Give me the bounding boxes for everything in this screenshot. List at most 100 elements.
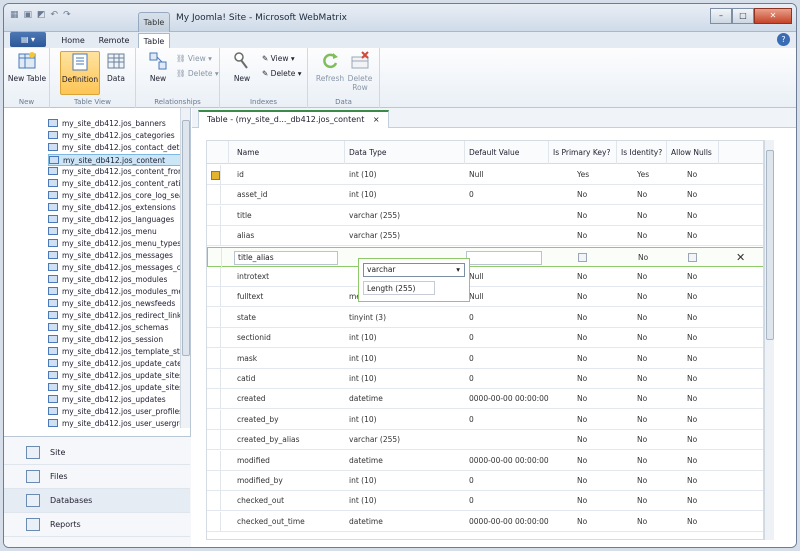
tree-item-table[interactable]: my_site_db412.jos_languages [48, 214, 181, 226]
tree-item-table[interactable]: my_site_db412.jos_template_styles [48, 346, 181, 358]
application-menu-button[interactable]: ▤ ▾ [10, 32, 46, 47]
row-selector[interactable] [207, 491, 221, 512]
data-type-dropdown[interactable]: varchar ▾ Length (255) [358, 258, 470, 302]
row-selector[interactable] [207, 165, 221, 185]
data-button[interactable]: Data [96, 51, 136, 95]
length-option[interactable]: Length (255) [363, 281, 435, 295]
header-identity[interactable]: Is Identity? [617, 141, 667, 164]
row-selector[interactable] [208, 247, 222, 268]
row-selector[interactable] [207, 307, 221, 328]
row-selector[interactable] [207, 205, 221, 226]
tree-item-table[interactable]: my_site_db412.jos_content_frontpage [48, 166, 181, 178]
header-default-value[interactable]: Default Value [465, 141, 549, 164]
row-selector[interactable] [207, 471, 221, 491]
row-selector[interactable] [207, 511, 221, 532]
tree-item-table[interactable]: my_site_db412.jos_menu_types [48, 238, 181, 250]
table-row[interactable]: checked_out_time datetime 0000-00-00 00:00… [207, 511, 763, 532]
table-row[interactable]: modified_by int (10) 0 No No No [207, 471, 763, 491]
tree-item-table[interactable]: my_site_db412.jos_banners [48, 118, 181, 130]
tree-item-table[interactable]: my_site_db412.jos_modules [48, 274, 181, 286]
row-selector[interactable] [207, 267, 221, 287]
tab-remote[interactable]: Remote [94, 33, 134, 48]
save-icon[interactable]: ▣ [24, 10, 33, 20]
tree-item-table[interactable]: my_site_db412.jos_newsfeeds [48, 298, 181, 310]
tree-item-table[interactable]: my_site_db412.jos_messages_cfg [48, 262, 181, 274]
tree-item-table[interactable]: my_site_db412.jos_content [48, 154, 181, 166]
tab-table[interactable]: Table [138, 33, 170, 48]
row-selector[interactable] [207, 287, 221, 308]
column-name-input[interactable]: title_alias [234, 250, 338, 265]
close-tab-icon[interactable]: × [373, 115, 380, 124]
tab-home[interactable]: Home [56, 33, 90, 48]
row-selector[interactable] [207, 369, 221, 389]
tree-scrollbar-thumb[interactable] [182, 120, 190, 356]
view-indexes-button[interactable]: ✎ View ▾ [262, 54, 295, 63]
row-selector[interactable] [207, 348, 221, 369]
redo-icon[interactable]: ↷ [63, 10, 71, 20]
close-button[interactable]: ✕ [754, 8, 792, 24]
workspace-databases[interactable]: Databases [4, 489, 190, 513]
header-allow-nulls[interactable]: Allow Nulls [667, 141, 719, 164]
publish-icon[interactable]: ◩ [37, 10, 46, 20]
new-table-button[interactable]: New Table [7, 51, 47, 95]
default-value-input[interactable] [466, 250, 542, 265]
tree-item-table[interactable]: my_site_db412.jos_categories [48, 130, 181, 142]
grid-scrollbar[interactable] [764, 140, 774, 540]
delete-column-icon[interactable]: ✕ [736, 248, 745, 268]
allow-nulls-checkbox[interactable] [688, 252, 697, 262]
tree-item-table[interactable]: my_site_db412.jos_extensions [48, 202, 181, 214]
tree-item-table[interactable]: my_site_db412.jos_modules_menu [48, 286, 181, 298]
header-name[interactable]: Name [229, 141, 345, 164]
document-tab[interactable]: Table - (my_site_d..._db412.jos_content … [198, 110, 389, 128]
row-selector[interactable] [207, 185, 221, 206]
row-selector[interactable] [207, 450, 221, 471]
table-row[interactable]: created_by int (10) 0 No No No [207, 409, 763, 430]
workspace-site[interactable]: Site [4, 441, 190, 465]
table-row[interactable]: state tinyint (3) 0 No No No [207, 307, 763, 328]
row-selector[interactable] [207, 389, 221, 410]
tree-item-table[interactable]: my_site_db412.jos_update_sites [48, 370, 181, 382]
tree-item-table[interactable]: my_site_db412.jos_update_sites_extension… [48, 382, 181, 394]
minimize-button[interactable]: – [710, 8, 732, 24]
tree-item-table[interactable]: my_site_db412.jos_core_log_searches [48, 190, 181, 202]
table-row[interactable]: title_alias No ✕ [207, 246, 763, 268]
table-row[interactable]: checked_out int (10) 0 No No No [207, 491, 763, 512]
table-row[interactable]: sectionid int (10) 0 No No No [207, 328, 763, 349]
table-row[interactable]: asset_id int (10) 0 No No No [207, 185, 763, 206]
tree-item-table[interactable]: my_site_db412.jos_redirect_links [48, 310, 181, 322]
undo-icon[interactable]: ↶ [51, 10, 59, 20]
table-row[interactable]: modified datetime 0000-00-00 00:00:00 No No N… [207, 450, 763, 471]
row-selector[interactable] [207, 409, 221, 430]
data-type-select[interactable]: varchar ▾ [363, 263, 465, 277]
delete-relationships-button[interactable]: ⛓ Delete ▾ [176, 69, 219, 78]
view-relationships-button[interactable]: ⛓ View ▾ [176, 54, 212, 63]
tree-item-table[interactable]: my_site_db412.jos_content_rating [48, 178, 181, 190]
delete-indexes-button[interactable]: ✎ Delete ▾ [262, 69, 301, 78]
tree-item-table[interactable]: my_site_db412.jos_updates [48, 394, 181, 406]
definition-button[interactable]: Definition [60, 51, 100, 95]
table-row[interactable]: id int (10) Null Yes Yes No [207, 165, 763, 185]
tree-item-table[interactable]: my_site_db412.jos_user_usergroup_map [48, 418, 181, 428]
help-icon[interactable]: ? [777, 33, 790, 46]
tree-item-table[interactable]: my_site_db412.jos_schemas [48, 322, 181, 334]
tree-item-table[interactable]: my_site_db412.jos_contact_details [48, 142, 181, 154]
row-selector[interactable] [207, 328, 221, 349]
tree-item-table[interactable]: my_site_db412.jos_menu [48, 226, 181, 238]
table-row[interactable]: title varchar (255) No No No [207, 205, 763, 226]
maximize-button[interactable]: □ [732, 8, 754, 24]
header-primary-key[interactable]: Is Primary Key? [549, 141, 617, 164]
delete-row-button[interactable]: Delete Row [340, 51, 380, 95]
tree-item-table[interactable]: my_site_db412.jos_update_categories [48, 358, 181, 370]
row-selector[interactable] [207, 430, 221, 451]
primary-key-checkbox[interactable] [578, 252, 587, 262]
table-row[interactable]: created_by_alias varchar (255) No No No [207, 430, 763, 451]
new-index-button[interactable]: New [222, 51, 262, 95]
table-row[interactable]: alias varchar (255) No No No [207, 226, 763, 247]
tree-item-table[interactable]: my_site_db412.jos_user_profiles [48, 406, 181, 418]
new-relationship-button[interactable]: New [138, 51, 178, 95]
tree-item-table[interactable]: my_site_db412.jos_messages [48, 250, 181, 262]
table-row[interactable]: mask int (10) 0 No No No [207, 348, 763, 369]
table-row[interactable]: introtext Null No No No [207, 267, 763, 287]
tree-item-table[interactable]: my_site_db412.jos_session [48, 334, 181, 346]
tree-scrollbar[interactable] [180, 108, 190, 428]
